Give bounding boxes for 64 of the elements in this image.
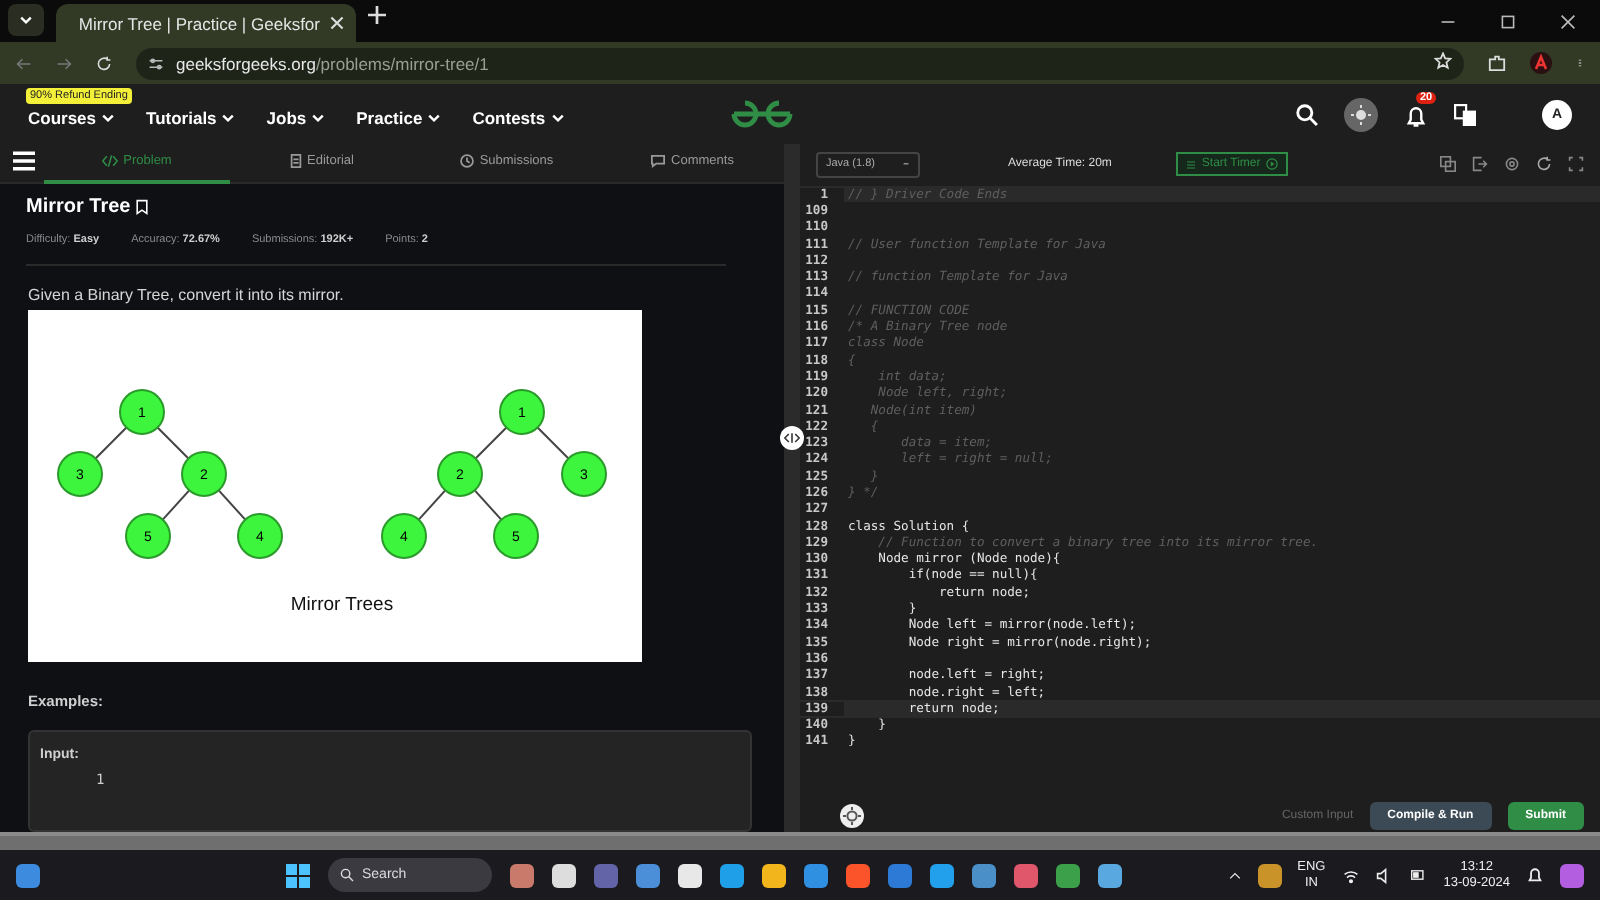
horizontal-scrollbar[interactable] <box>0 832 1600 850</box>
nav-menu-item[interactable]: Tutorials <box>146 107 235 127</box>
export-icon[interactable] <box>1472 156 1488 172</box>
copy-icon[interactable] <box>1440 156 1456 172</box>
chat-bubble-icon <box>649 154 666 168</box>
bookmark-icon[interactable] <box>134 198 151 216</box>
close-icon[interactable] <box>330 15 344 29</box>
nav-menu-item[interactable]: Jobs <box>266 107 325 127</box>
nav-menu-item[interactable]: Courses <box>28 107 115 127</box>
nav-menu-item[interactable]: Practice <box>356 107 441 127</box>
back-arrow-icon[interactable] <box>16 55 32 71</box>
browser-tab[interactable]: Mirror Tree | Practice | Geeksfor <box>56 4 356 42</box>
taskbar-app-icon[interactable] <box>1098 863 1122 887</box>
reset-icon[interactable] <box>1536 156 1552 172</box>
search-icon <box>340 868 354 882</box>
restore-icon[interactable] <box>1500 13 1516 29</box>
widgets-icon[interactable] <box>16 863 40 887</box>
site-settings-icon <box>148 55 164 71</box>
nav-menu-item[interactable]: Contests <box>472 107 564 127</box>
close-icon[interactable] <box>1560 13 1576 29</box>
site-logo[interactable] <box>729 100 794 128</box>
speaker-icon[interactable] <box>1375 867 1392 883</box>
chevron-down-icon <box>428 111 441 123</box>
profile-icon[interactable] <box>1530 52 1552 74</box>
list-icon <box>1185 159 1196 169</box>
chevron-down-icon <box>20 14 32 26</box>
taskbar-app-icon[interactable] <box>762 863 786 887</box>
forward-arrow-icon[interactable] <box>56 55 72 71</box>
bell-icon[interactable] <box>1526 866 1544 884</box>
taskbar-app-icon[interactable] <box>930 863 954 887</box>
plus-icon[interactable] <box>368 6 386 24</box>
address-bar[interactable]: geeksforgeeks.org/problems/mirror-tree/1 <box>136 47 1464 79</box>
wifi-icon[interactable] <box>1341 867 1360 883</box>
battery-icon[interactable] <box>1407 868 1428 882</box>
chevron-up-icon[interactable] <box>1227 869 1242 881</box>
theme-toggle-icon[interactable] <box>1344 97 1378 131</box>
menu-icon[interactable] <box>12 149 36 171</box>
chevron-down-icon <box>102 111 115 123</box>
code-icon <box>101 154 118 168</box>
fullscreen-icon[interactable] <box>1568 156 1584 172</box>
problem-description: Given a Binary Tree, convert it into its mirror. <box>28 286 346 304</box>
search-icon[interactable] <box>1296 103 1318 125</box>
clock-icon <box>459 154 474 168</box>
figure-caption: Mirror Trees <box>290 594 394 616</box>
star-icon[interactable] <box>1434 52 1452 70</box>
tab-title: Mirror Tree | Practice | Geeksfor <box>78 13 320 33</box>
copilot-icon[interactable] <box>1560 863 1584 887</box>
problem-title: Mirror Tree <box>26 196 131 218</box>
play-circle-icon <box>1266 158 1279 170</box>
chevron-down-icon <box>551 111 564 123</box>
tray-app-icon[interactable] <box>1257 863 1282 887</box>
extensions-icon[interactable] <box>1488 54 1506 72</box>
split-arrows-icon <box>784 432 800 444</box>
chevron-down-icon <box>222 111 235 123</box>
taskbar-app-icon[interactable] <box>720 863 744 887</box>
chevron-down-icon <box>312 111 325 123</box>
caret-icon <box>902 161 910 167</box>
document-icon <box>289 154 301 168</box>
reload-icon[interactable] <box>96 55 112 71</box>
url-text: geeksforgeeks.org/problems/mirror-tree/1 <box>176 53 489 73</box>
taskbar-app-icon[interactable] <box>552 863 576 887</box>
tab-search-button[interactable] <box>8 4 44 36</box>
start-icon[interactable] <box>286 863 310 887</box>
taskbar-app-icon[interactable] <box>678 863 702 887</box>
